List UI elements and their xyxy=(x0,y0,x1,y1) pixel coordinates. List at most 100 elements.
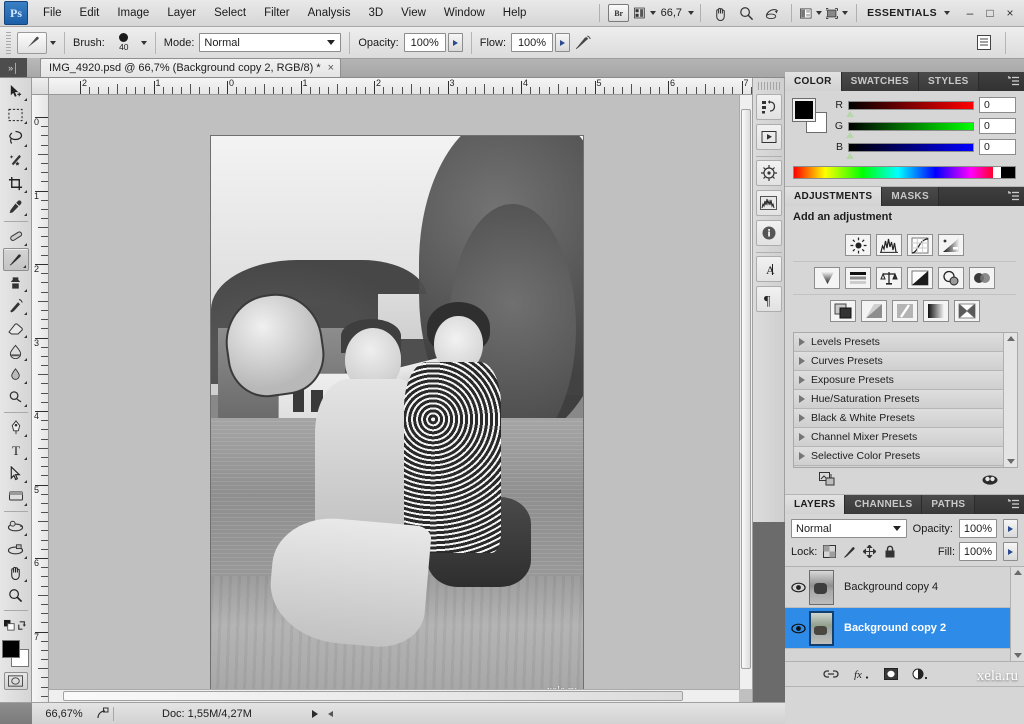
hue-saturation-icon[interactable] xyxy=(845,267,871,289)
toggle-panels-icon[interactable] xyxy=(973,33,995,53)
layer-name[interactable]: Background copy 2 xyxy=(844,622,946,634)
history-icon[interactable] xyxy=(755,94,782,120)
canvas-vertical-scrollbar[interactable] xyxy=(739,95,752,689)
zoom-level-menu[interactable]: 66,7 xyxy=(658,7,685,19)
menu-item-filter[interactable]: Filter xyxy=(255,3,299,23)
canvas-horizontal-scrollbar[interactable] xyxy=(49,689,739,702)
blend-mode-select[interactable]: Normal xyxy=(199,33,342,52)
flow-input[interactable]: 100% xyxy=(511,33,554,52)
menu-item-edit[interactable]: Edit xyxy=(71,3,109,23)
paragraph-icon[interactable]: ¶ xyxy=(755,286,782,312)
blur-tool[interactable] xyxy=(3,363,29,386)
expand-triangle-icon[interactable] xyxy=(799,414,805,422)
move-tool[interactable] xyxy=(3,80,29,103)
histogram-icon[interactable] xyxy=(755,190,782,216)
link-layers-icon[interactable] xyxy=(823,669,839,679)
tab-channels[interactable]: CHANNELS xyxy=(845,495,923,514)
channel-mixer-icon[interactable] xyxy=(969,267,995,289)
expand-triangle-icon[interactable] xyxy=(799,376,805,384)
foreground-color-swatch[interactable] xyxy=(1,640,20,658)
menu-item-help[interactable]: Help xyxy=(494,3,536,23)
zoom-tool-icon[interactable] xyxy=(735,3,757,23)
tab-color[interactable]: COLOR xyxy=(785,72,842,91)
layer-list[interactable]: Background copy 4 Background copy 2 xyxy=(785,566,1024,662)
layer-mask-icon[interactable] xyxy=(884,668,898,680)
default-colors-and-swap[interactable] xyxy=(3,614,29,637)
menu-item-layer[interactable]: Layer xyxy=(158,3,205,23)
layer-style-icon[interactable]: fx xyxy=(853,668,870,680)
menu-item-select[interactable]: Select xyxy=(205,3,255,23)
gradient-map-icon[interactable] xyxy=(922,300,949,322)
info-icon[interactable] xyxy=(755,220,782,246)
gradient-tool[interactable] xyxy=(3,340,29,363)
red-slider[interactable] xyxy=(846,100,974,117)
tab-layers[interactable]: LAYERS xyxy=(785,495,846,514)
vibrance-icon[interactable] xyxy=(814,267,840,289)
layer-thumbnail[interactable] xyxy=(809,569,834,605)
color-swatches[interactable] xyxy=(1,640,30,668)
healing-brush-tool[interactable] xyxy=(3,225,29,248)
layer-blend-mode-select[interactable]: Normal xyxy=(791,519,907,538)
type-tool[interactable]: T xyxy=(3,439,29,462)
color-panel-swatches[interactable] xyxy=(792,98,827,133)
tab-masks[interactable]: MASKS xyxy=(882,187,939,206)
quick-mask-icon[interactable] xyxy=(3,672,28,690)
document-tab[interactable]: IMG_4920.psd @ 66,7% (Background copy 2,… xyxy=(40,58,342,77)
airbrush-icon[interactable] xyxy=(570,32,596,54)
eyedropper-tool[interactable] xyxy=(3,195,29,218)
layer-list-scrollbar[interactable] xyxy=(1010,567,1024,661)
exposure-icon[interactable] xyxy=(938,234,964,256)
magic-wand-tool[interactable] xyxy=(3,149,29,172)
selective-color-icon[interactable] xyxy=(953,300,980,322)
panel-menu-icon[interactable] xyxy=(1002,187,1024,206)
expand-triangle-icon[interactable] xyxy=(799,452,805,460)
preset-row[interactable]: Hue/Saturation Presets xyxy=(794,390,1003,409)
layer-row[interactable]: Background copy 4 xyxy=(785,567,1024,608)
curves-icon[interactable] xyxy=(907,234,933,256)
status-menu-arrow[interactable] xyxy=(311,709,318,718)
menu-item-view[interactable]: View xyxy=(392,3,435,23)
workspace-selector[interactable]: ESSENTIALS xyxy=(863,7,941,19)
black-white-icon[interactable] xyxy=(907,267,933,289)
layer-row[interactable]: Background copy 2 xyxy=(785,608,1024,649)
foreground-color-chip[interactable] xyxy=(792,98,816,122)
opacity-stepper[interactable] xyxy=(447,33,463,52)
path-selection-tool[interactable] xyxy=(3,462,29,485)
launch-bridge-button[interactable]: Br xyxy=(608,3,630,23)
posterize-icon[interactable] xyxy=(860,300,887,322)
close-button[interactable]: × xyxy=(1000,4,1020,22)
document-viewport[interactable]: xela.ru xyxy=(49,95,739,689)
blue-slider[interactable] xyxy=(846,142,974,159)
3d-orbit-tool[interactable] xyxy=(3,538,29,561)
lock-position-icon[interactable] xyxy=(862,544,877,559)
brush-preset-picker[interactable]: 40 xyxy=(110,30,138,56)
arrange-documents-button[interactable] xyxy=(800,3,823,23)
slider-thumb[interactable] xyxy=(846,131,854,138)
layer-opacity-input[interactable]: 100% xyxy=(959,519,997,538)
pen-tool[interactable] xyxy=(3,416,29,439)
expand-triangle-icon[interactable] xyxy=(799,433,805,441)
expand-triangle-icon[interactable] xyxy=(799,357,805,365)
preset-row[interactable]: Black & White Presets xyxy=(794,409,1003,428)
menu-item-file[interactable]: File xyxy=(34,3,71,23)
close-icon[interactable]: × xyxy=(328,62,334,74)
chevron-down-icon[interactable] xyxy=(944,11,950,15)
character-icon[interactable]: A xyxy=(755,256,782,282)
menu-item-image[interactable]: Image xyxy=(108,3,158,23)
panel-menu-icon[interactable] xyxy=(1002,72,1024,91)
image-canvas[interactable]: xela.ru xyxy=(210,135,584,689)
crop-tool[interactable] xyxy=(3,172,29,195)
panel-menu-icon[interactable] xyxy=(1002,495,1024,514)
minimize-button[interactable]: – xyxy=(960,4,980,22)
3d-rotate-tool[interactable] xyxy=(3,515,29,538)
preview-icon[interactable] xyxy=(96,707,109,720)
presets-scrollbar[interactable] xyxy=(1003,333,1017,467)
clip-to-layer-icon[interactable] xyxy=(819,472,835,489)
canvas-area[interactable]: 2 1 0 1 2 3 4 5 6 7 0 1 2 3 4 5 6 7 xyxy=(32,78,752,702)
preset-row[interactable]: Levels Presets xyxy=(794,333,1003,352)
tab-adjustments[interactable]: ADJUSTMENTS xyxy=(785,187,883,206)
red-value[interactable]: 0 xyxy=(979,97,1016,113)
chevron-down-icon[interactable] xyxy=(50,40,56,45)
navigator-icon[interactable] xyxy=(755,160,782,186)
layer-visibility-toggle[interactable] xyxy=(787,582,809,593)
